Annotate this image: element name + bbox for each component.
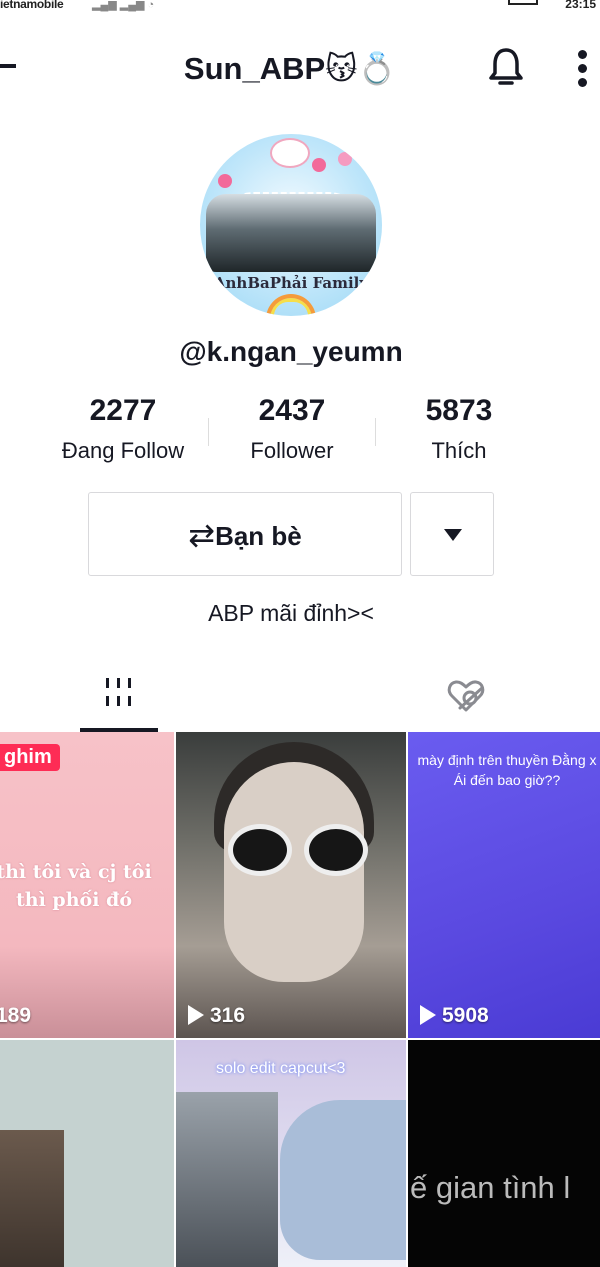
username-handle: @k.ngan_yeumn bbox=[179, 336, 403, 367]
video-tile[interactable]: ghim thì tôi và cj tôi thì phối đó 189 bbox=[0, 732, 174, 1038]
friends-button[interactable]: ⇄Bạn bè bbox=[88, 492, 402, 576]
swap-arrows-icon: ⇄ bbox=[188, 517, 216, 553]
view-count: 5908 bbox=[420, 1004, 489, 1028]
tab-liked[interactable] bbox=[438, 660, 498, 732]
caret-down-icon bbox=[444, 529, 462, 541]
sunglasses bbox=[228, 824, 292, 876]
pig-sticker bbox=[270, 138, 310, 168]
video-tile[interactable]: solo edit capcut<3 bbox=[176, 1040, 406, 1267]
bell-icon[interactable] bbox=[488, 46, 524, 90]
view-count: 189 bbox=[0, 1004, 31, 1028]
avatar-caption: AnhBaPhải Family bbox=[213, 274, 369, 292]
avatar[interactable]: AnhBaPhải Family bbox=[200, 134, 382, 316]
stat-value: 5873 bbox=[425, 394, 493, 427]
flower-sticker bbox=[312, 158, 326, 172]
clock: 23:15 bbox=[565, 0, 596, 11]
carrier-name: ietnamobile bbox=[0, 0, 64, 11]
flower-sticker bbox=[338, 152, 352, 166]
view-count: 316 bbox=[188, 1004, 245, 1028]
video-tile[interactable] bbox=[0, 1040, 174, 1267]
play-icon bbox=[188, 1005, 204, 1025]
video-thumbnail bbox=[0, 1130, 64, 1267]
sunglasses bbox=[304, 824, 368, 876]
view-count-value: 189 bbox=[0, 1004, 32, 1027]
play-icon bbox=[420, 1005, 436, 1025]
suggested-accounts-button[interactable] bbox=[410, 492, 494, 576]
bio-text: ABP mãi đỉnh>< bbox=[208, 600, 374, 626]
stat-following[interactable]: 2277 Đang Follow bbox=[38, 392, 208, 466]
video-thumbnail bbox=[176, 1092, 278, 1267]
signal-icons: ▂▄▆ ▂▄▆ ◔ bbox=[92, 0, 155, 11]
battery-icon bbox=[508, 0, 538, 5]
profile-tabs bbox=[0, 660, 600, 732]
stat-followers[interactable]: 2437 Follower bbox=[207, 392, 377, 466]
tab-videos[interactable] bbox=[80, 660, 158, 732]
grid-icon bbox=[104, 678, 134, 708]
stat-label: Đang Follow bbox=[61, 438, 185, 463]
stat-label: Follower bbox=[250, 438, 334, 463]
video-caption: ế gian tình l bbox=[410, 1170, 571, 1205]
stat-likes[interactable]: 5873 Thích bbox=[374, 392, 544, 466]
video-thumbnail bbox=[280, 1100, 406, 1260]
status-bar: ietnamobile ▂▄▆ ▂▄▆ ◔ 23:15 bbox=[0, 0, 600, 14]
view-count-value: 5908 bbox=[442, 1004, 489, 1027]
more-options-icon[interactable] bbox=[572, 46, 594, 90]
video-tile[interactable]: ế gian tình l bbox=[408, 1040, 600, 1267]
video-caption: thì tôi và cj tôi thì phối đó bbox=[0, 861, 152, 911]
video-tile[interactable]: 316 bbox=[176, 732, 406, 1038]
video-tile[interactable]: mày định trên thuyền Đằng x Ái đến bao g… bbox=[408, 732, 600, 1038]
friends-button-label: Bạn bè bbox=[215, 521, 302, 551]
stat-value: 2277 bbox=[89, 394, 157, 427]
group-photo bbox=[206, 194, 376, 272]
video-caption: solo edit capcut<3 bbox=[216, 1060, 346, 1077]
stat-label: Thích bbox=[431, 438, 487, 463]
flower-sticker bbox=[218, 174, 232, 188]
rainbow-icon bbox=[266, 294, 316, 316]
top-bar: Sun_ABP😽💍 bbox=[0, 40, 600, 100]
stat-value: 2437 bbox=[258, 394, 326, 427]
view-count-value: 316 bbox=[210, 1004, 246, 1027]
hidden-heart-icon bbox=[447, 680, 485, 712]
video-caption: mày định trên thuyền Đằng x Ái đến bao g… bbox=[417, 752, 597, 788]
pinned-badge: ghim bbox=[0, 744, 60, 771]
